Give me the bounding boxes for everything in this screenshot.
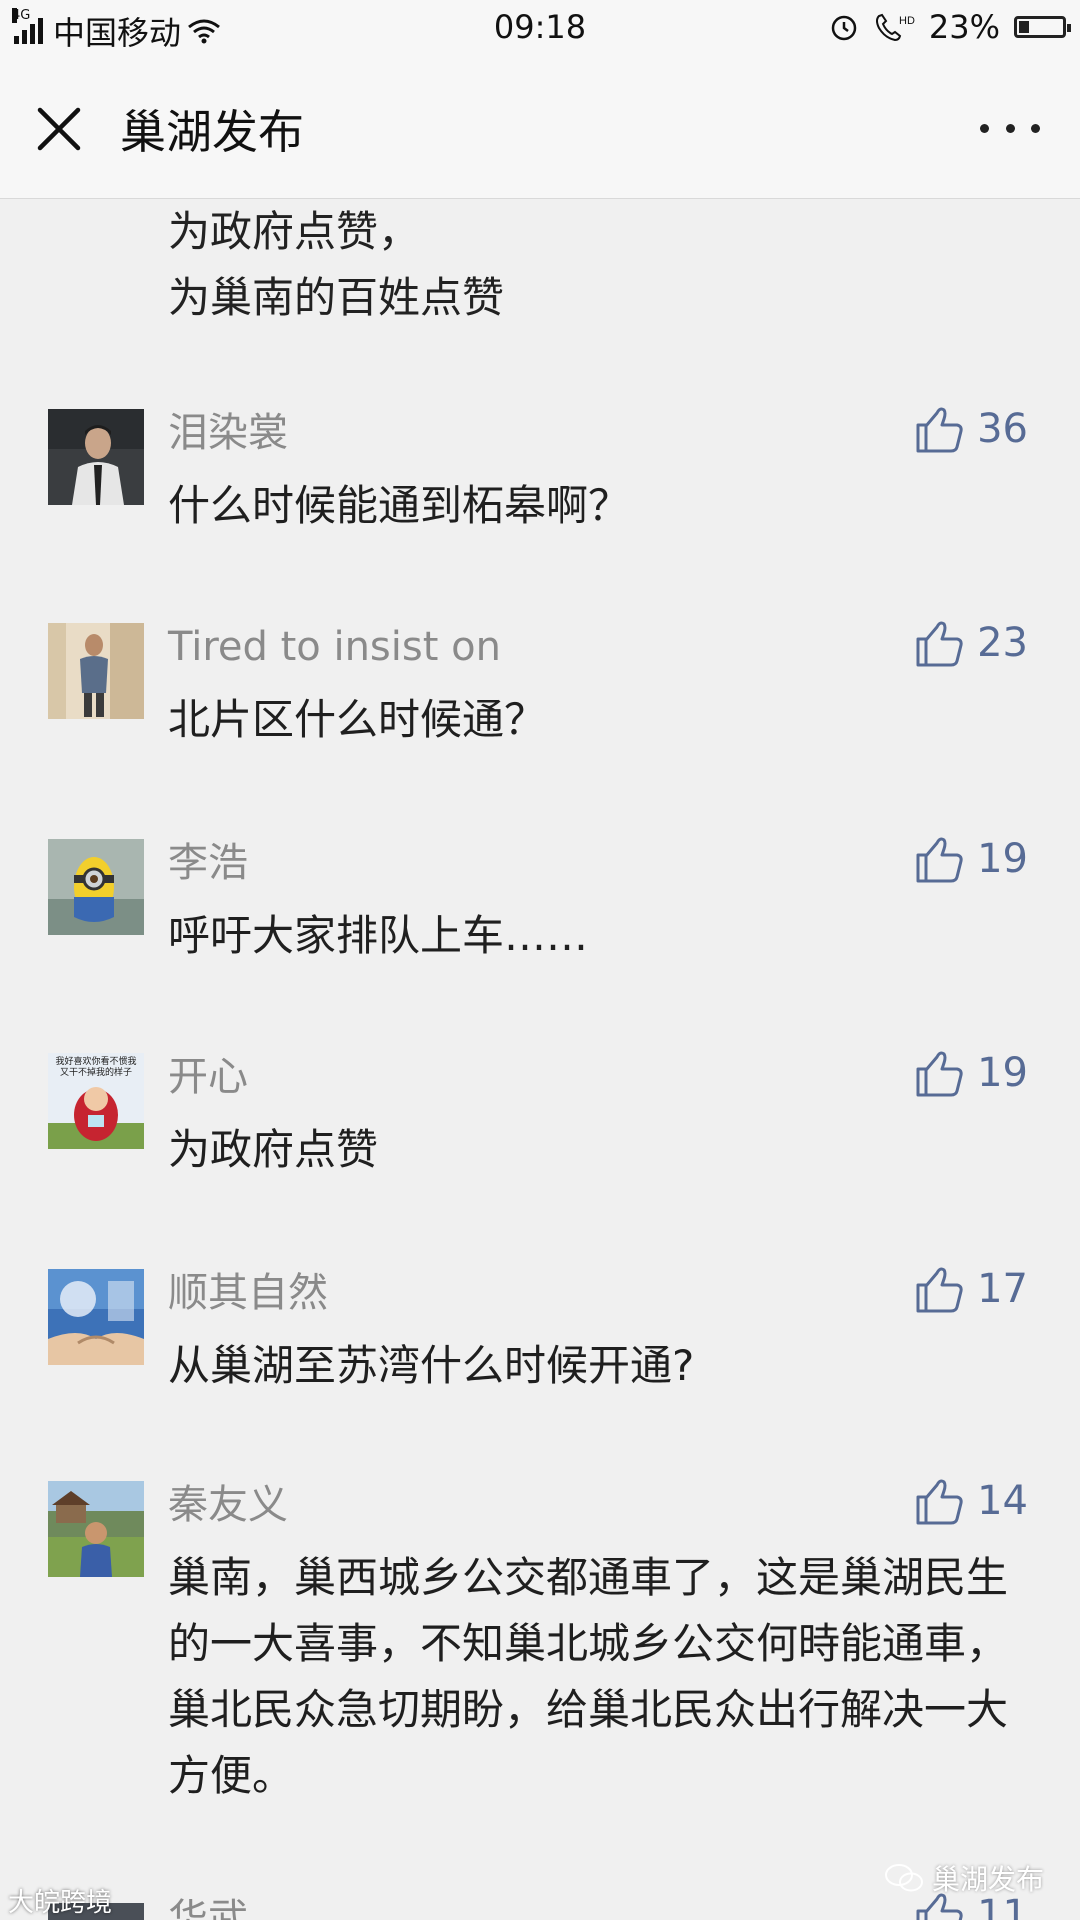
more-options-button[interactable]: [980, 114, 1040, 142]
comment-text: 从巢湖至苏湾什么时候开通?: [168, 1341, 695, 1390]
avatar[interactable]: [48, 1481, 144, 1577]
watermark-text: 巢湖发布: [931, 1863, 1044, 1896]
thumbs-up-icon: [916, 621, 963, 667]
more-dot-icon: [980, 123, 989, 133]
close-button[interactable]: [30, 100, 88, 158]
comment-text: 呼吁大家排队上车……: [168, 911, 589, 960]
more-dot-icon: [1031, 123, 1040, 133]
intro-line: 为巢南的百姓点赞: [168, 273, 505, 322]
like-button[interactable]: 36: [913, 403, 1028, 455]
commenter-name: 秦友义: [168, 1482, 288, 1528]
like-button[interactable]: 14: [913, 1475, 1028, 1527]
like-count: 17: [977, 1266, 1028, 1312]
source-watermark: 大皖跨境: [8, 1888, 113, 1918]
alarm-icon: [831, 15, 857, 41]
battery-percent: 23%: [928, 8, 1000, 46]
comment-text: 巢南，巢西城乡公交都通車了，这是巢湖民生的一大喜事，不知巢北城乡公交何時能通車，…: [168, 1553, 1009, 1800]
like-count: 36: [977, 406, 1028, 452]
intro-line: 为政府点赞，: [168, 207, 421, 256]
previous-comment-text: 为政府点赞， 为巢南的百姓点赞: [168, 199, 504, 331]
close-icon: [37, 107, 81, 151]
like-button[interactable]: 19: [913, 1047, 1028, 1099]
battery-icon: [1014, 16, 1071, 38]
commenter-name: 李浩: [168, 840, 248, 886]
like-button[interactable]: 19: [913, 833, 1028, 885]
like-button[interactable]: 23: [913, 617, 1028, 669]
comment-list[interactable]: 为政府点赞， 为巢南的百姓点赞 泪染裳 36 什么时候能通到柘皋啊？ Tired…: [0, 199, 1080, 1920]
comment-text: 北片区什么时候通？: [168, 695, 547, 744]
commenter-name: 开心: [168, 1054, 248, 1100]
like-count: 14: [977, 1478, 1028, 1524]
thumbs-up-icon: [916, 1051, 963, 1097]
commenter-name: Tired to insist on: [168, 624, 501, 670]
navigation-bar: 巢湖发布: [0, 58, 1080, 199]
commenter-name: 泪染裳: [168, 410, 288, 456]
avatar[interactable]: [48, 839, 144, 935]
thumbs-up-icon: [916, 837, 963, 883]
comment-text: 为政府点赞: [168, 1125, 379, 1174]
avatar-caption: 我好喜欢你看不惯我 又干不掉我的样子: [55, 1057, 137, 1078]
like-count: 19: [977, 1050, 1028, 1096]
status-bar: 4G 中国移动 09:18 HD 23%: [0, 0, 1080, 58]
commenter-name: 华武: [168, 1896, 248, 1920]
thumbs-up-icon: [916, 1479, 963, 1525]
wechat-icon: [884, 1864, 923, 1892]
like-count: 23: [977, 620, 1028, 666]
avatar[interactable]: [48, 1269, 144, 1365]
like-button[interactable]: 17: [913, 1263, 1028, 1315]
hd-call-icon: HD: [875, 13, 915, 42]
thumbs-up-icon: [916, 1267, 963, 1313]
page-title: 巢湖发布: [120, 105, 304, 159]
commenter-name: 顺其自然: [168, 1270, 328, 1316]
avatar[interactable]: [48, 623, 144, 719]
thumbs-up-icon: [916, 407, 963, 453]
avatar[interactable]: 我好喜欢你看不惯我 又干不掉我的样子: [48, 1053, 144, 1149]
wechat-watermark: 巢湖发布: [884, 1858, 1044, 1898]
avatar[interactable]: [48, 409, 144, 505]
more-dot-icon: [1005, 123, 1015, 133]
like-count: 19: [977, 836, 1028, 882]
svg-text:HD: HD: [899, 15, 915, 27]
comment-text: 什么时候能通到柘皋啊？: [168, 481, 631, 530]
